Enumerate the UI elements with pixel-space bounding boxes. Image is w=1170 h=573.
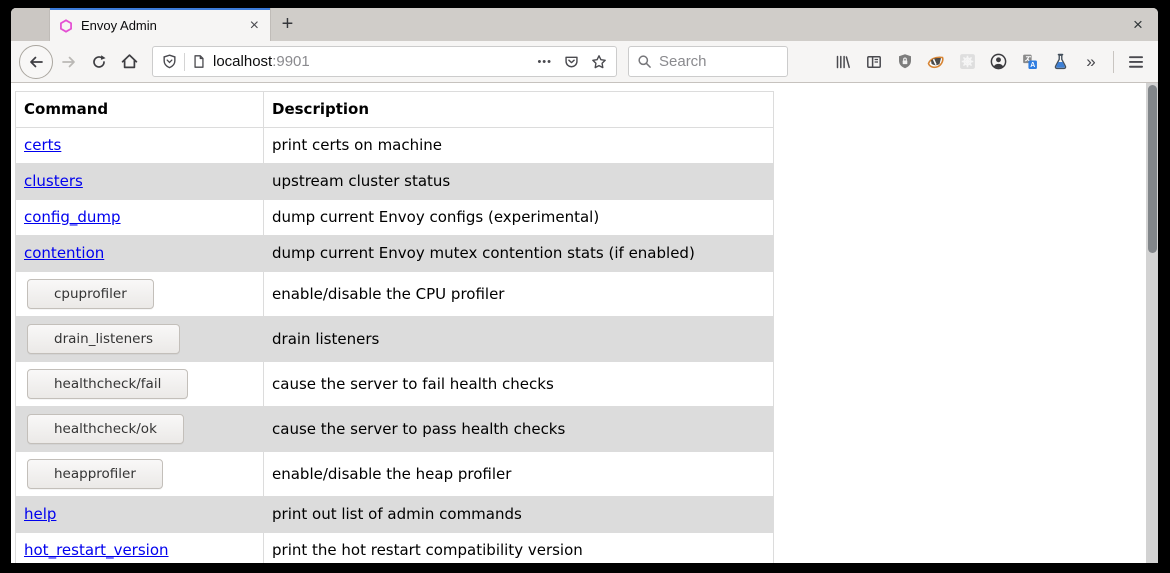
command-description: cause the server to pass health checks bbox=[264, 407, 774, 452]
command-button[interactable]: healthcheck/fail bbox=[27, 369, 188, 399]
command-button[interactable]: heapprofiler bbox=[27, 459, 163, 489]
command-description: cause the server to fail health checks bbox=[264, 362, 774, 407]
table-row: clusters upstream cluster status bbox=[16, 164, 774, 200]
command-description: upstream cluster status bbox=[264, 164, 774, 200]
titlebar-left-pad bbox=[11, 8, 50, 41]
command-link[interactable]: hot_restart_version bbox=[24, 541, 169, 559]
svg-text:A: A bbox=[1030, 62, 1035, 69]
page-actions-icon[interactable]: ••• bbox=[537, 56, 552, 68]
command-cell: cpuprofiler bbox=[16, 272, 264, 317]
command-link[interactable]: clusters bbox=[24, 172, 83, 190]
command-cell: heapprofiler bbox=[16, 452, 264, 497]
tracking-protection-shield-icon[interactable] bbox=[162, 54, 177, 69]
command-cell: help bbox=[16, 497, 264, 533]
forward-button[interactable] bbox=[54, 47, 84, 77]
titlebar: Envoy Admin × + × bbox=[11, 8, 1158, 41]
translate-icon[interactable]: A bbox=[1015, 48, 1043, 76]
command-description: print out list of admin commands bbox=[264, 497, 774, 533]
reload-icon bbox=[91, 54, 107, 70]
flask-icon[interactable] bbox=[1046, 48, 1074, 76]
command-button[interactable]: cpuprofiler bbox=[27, 279, 154, 309]
bookmark-star-icon[interactable] bbox=[591, 54, 607, 70]
navigation-toolbar: localhost :9901 ••• bbox=[11, 41, 1158, 83]
command-cell: certs bbox=[16, 128, 264, 164]
back-arrow-icon bbox=[28, 54, 44, 70]
command-description: enable/disable the heap profiler bbox=[264, 452, 774, 497]
tab-title: Envoy Admin bbox=[81, 18, 240, 33]
table-header-row: Command Description bbox=[16, 92, 774, 128]
command-link[interactable]: contention bbox=[24, 244, 104, 262]
toolbar-extensions-area: A » bbox=[829, 48, 1150, 76]
command-description: enable/disable the CPU profiler bbox=[264, 272, 774, 317]
command-cell: hot_restart_version bbox=[16, 533, 264, 564]
command-cell: contention bbox=[16, 236, 264, 272]
table-row: cpuprofiler enable/disable the CPU profil… bbox=[16, 272, 774, 317]
scrollbar[interactable] bbox=[1146, 83, 1158, 563]
command-cell: clusters bbox=[16, 164, 264, 200]
url-divider bbox=[184, 53, 185, 71]
back-button[interactable] bbox=[19, 45, 53, 79]
sidebar-icon[interactable] bbox=[860, 48, 888, 76]
tab-envoy-admin[interactable]: Envoy Admin × bbox=[50, 8, 270, 41]
command-link[interactable]: help bbox=[24, 505, 56, 523]
command-description: drain listeners bbox=[264, 317, 774, 362]
command-description: dump current Envoy configs (experimental… bbox=[264, 200, 774, 236]
table-row: help print out list of admin commands bbox=[16, 497, 774, 533]
menu-icon[interactable] bbox=[1122, 48, 1150, 76]
command-link[interactable]: config_dump bbox=[24, 208, 121, 226]
new-tab-button[interactable]: + bbox=[270, 8, 304, 41]
table-row: config_dump dump current Envoy configs (e… bbox=[16, 200, 774, 236]
command-cell: drain_listeners bbox=[16, 317, 264, 362]
command-cell: healthcheck/fail bbox=[16, 362, 264, 407]
table-row: hot_restart_version print the hot restart… bbox=[16, 533, 774, 564]
search-bar[interactable] bbox=[628, 46, 788, 77]
url-host[interactable]: localhost bbox=[213, 53, 272, 70]
forward-arrow-icon bbox=[61, 54, 77, 70]
reload-button[interactable] bbox=[84, 47, 114, 77]
table-row: certs print certs on machine bbox=[16, 128, 774, 164]
table-row: healthcheck/ok cause the server to pass h… bbox=[16, 407, 774, 452]
table-row: healthcheck/fail cause the server to fail… bbox=[16, 362, 774, 407]
library-icon[interactable] bbox=[829, 48, 857, 76]
column-header-command: Command bbox=[16, 92, 264, 128]
browser-window: Envoy Admin × + × bbox=[11, 8, 1158, 563]
disabled-extension-icon[interactable] bbox=[953, 48, 981, 76]
page-content: Command Description certs print certs on … bbox=[11, 83, 1158, 563]
column-header-description: Description bbox=[264, 92, 774, 128]
command-description: print certs on machine bbox=[264, 128, 774, 164]
pocket-icon[interactable] bbox=[564, 54, 579, 69]
toolbar-divider bbox=[1113, 51, 1114, 73]
search-icon bbox=[637, 54, 652, 69]
url-port[interactable]: :9901 bbox=[272, 53, 310, 70]
shield-lock-icon[interactable] bbox=[891, 48, 919, 76]
command-button[interactable]: drain_listeners bbox=[27, 324, 180, 354]
command-description: dump current Envoy mutex contention stat… bbox=[264, 236, 774, 272]
home-button[interactable] bbox=[114, 47, 144, 77]
page-info-icon[interactable] bbox=[192, 54, 206, 69]
envoy-hexagon-icon bbox=[59, 19, 73, 33]
account-icon[interactable] bbox=[984, 48, 1012, 76]
search-input[interactable] bbox=[659, 53, 759, 70]
overflow-chevron-icon[interactable]: » bbox=[1077, 48, 1105, 76]
url-bar[interactable]: localhost :9901 ••• bbox=[152, 46, 617, 77]
command-table: Command Description certs print certs on … bbox=[15, 91, 774, 563]
scrollbar-thumb[interactable] bbox=[1148, 85, 1157, 253]
command-cell: config_dump bbox=[16, 200, 264, 236]
command-description: print the hot restart compatibility vers… bbox=[264, 533, 774, 564]
table-row: drain_listeners drain listeners bbox=[16, 317, 774, 362]
command-button[interactable]: healthcheck/ok bbox=[27, 414, 184, 444]
home-icon bbox=[121, 53, 138, 70]
table-row: contention dump current Envoy mutex conte… bbox=[16, 236, 774, 272]
command-cell: healthcheck/ok bbox=[16, 407, 264, 452]
tab-close-icon[interactable]: × bbox=[248, 18, 261, 34]
command-link[interactable]: certs bbox=[24, 136, 61, 154]
command-table-body: certs print certs on machine clusters upstr… bbox=[16, 128, 774, 564]
window-close-button[interactable]: × bbox=[1118, 8, 1158, 41]
table-row: heapprofiler enable/disable the heap prof… bbox=[16, 452, 774, 497]
titlebar-drag-area bbox=[304, 8, 1118, 41]
privacy-badger-icon[interactable] bbox=[922, 48, 950, 76]
